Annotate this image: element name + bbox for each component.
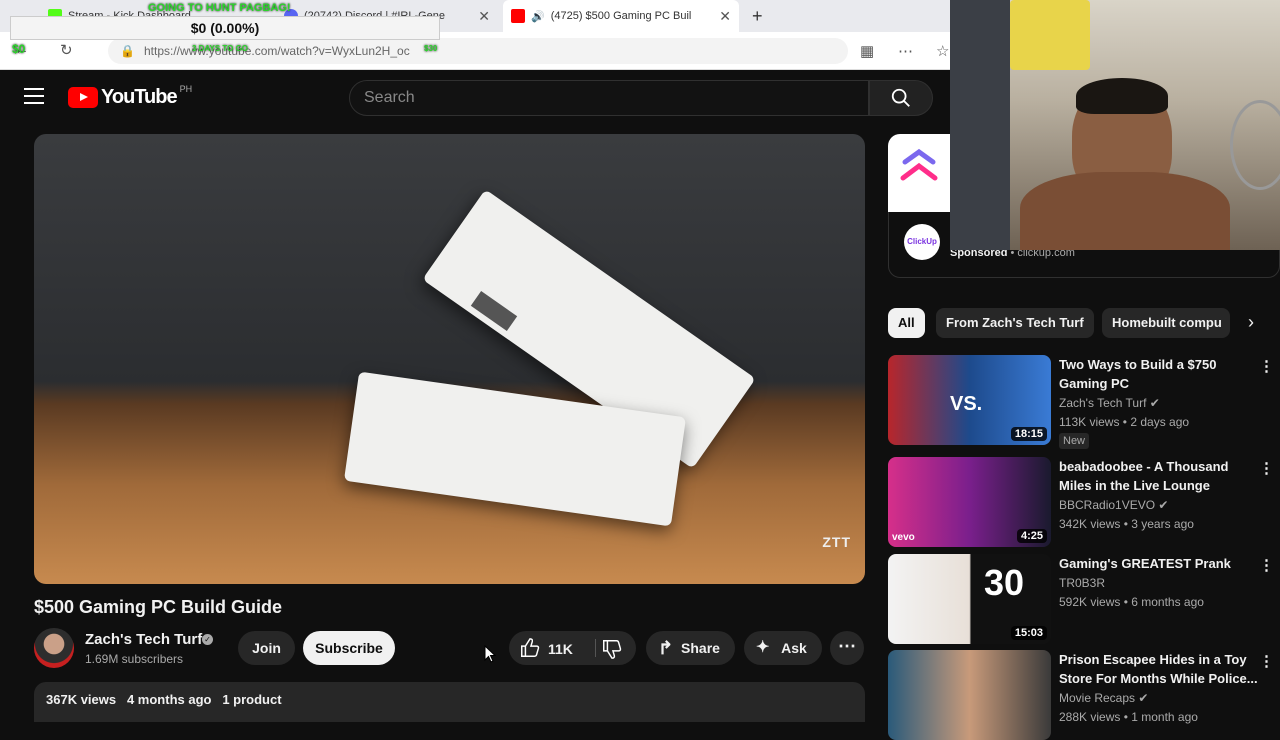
recommendation-stats: 342K views • 3 years ago bbox=[1059, 517, 1194, 531]
video-thumbnail[interactable]: vevo 4:25 bbox=[888, 457, 1051, 547]
like-icon[interactable] bbox=[519, 637, 541, 659]
youtube-play-icon bbox=[68, 87, 98, 108]
favorite-icon[interactable]: ☆ bbox=[936, 42, 949, 60]
share-icon: ↱ bbox=[658, 638, 674, 658]
new-tab-button[interactable]: + bbox=[744, 0, 768, 32]
video-thumbnail[interactable]: VS. 18:15 bbox=[888, 355, 1051, 445]
new-badge: New bbox=[1059, 433, 1090, 449]
share-label: Share bbox=[681, 640, 720, 656]
youtube-header: YouTube PH Search bbox=[0, 70, 950, 126]
recommendation-item[interactable]: Prison Escapee Hides in a Toy Store For … bbox=[888, 650, 1280, 740]
url-text: https://www.youtube.com/watch?v=WyxLun2H… bbox=[144, 44, 410, 58]
overlay-days-text: 3 DAYS TO GO bbox=[192, 44, 249, 53]
channel-avatar[interactable] bbox=[34, 628, 74, 668]
logo-wordmark: YouTube bbox=[101, 86, 178, 108]
sparkle-icon: ✦ bbox=[756, 639, 770, 656]
verified-icon: ✔ bbox=[1138, 691, 1149, 705]
hamburger-menu-icon[interactable] bbox=[24, 88, 44, 104]
recommendation-stats: 288K views • 1 month ago bbox=[1059, 710, 1198, 724]
ad-avatar[interactable]: ClickUp bbox=[904, 224, 940, 260]
close-tab-icon[interactable]: ✕ bbox=[472, 8, 490, 25]
channel-watermark: ZTT bbox=[822, 534, 851, 550]
verified-icon: ✔ bbox=[1158, 498, 1169, 512]
video-duration: 4:25 bbox=[1016, 529, 1047, 543]
overlay-amount: $0 (0.00%) bbox=[190, 20, 260, 36]
recommendation-item[interactable]: vevo 4:25 beabadoobee - A Thousand Miles… bbox=[888, 457, 1280, 547]
tab-youtube-active[interactable]: 🔊 (4725) $500 Gaming PC Buil ✕ bbox=[503, 0, 739, 32]
recommendation-title[interactable]: Two Ways to Build a $750 Gaming PC bbox=[1059, 355, 1259, 393]
video-title: $500 Gaming PC Build Guide bbox=[34, 597, 283, 617]
search-placeholder: Search bbox=[364, 89, 415, 106]
subscriber-count: 1.69M subscribers bbox=[85, 652, 184, 666]
like-count[interactable]: 11K bbox=[548, 641, 573, 657]
recommendation-item[interactable]: VS. 18:15 Two Ways to Build a $750 Gamin… bbox=[888, 355, 1280, 449]
overlay-left-amount: $0 bbox=[12, 42, 26, 56]
search-input[interactable]: Search bbox=[349, 80, 869, 116]
view-count: 367K views bbox=[46, 692, 117, 707]
more-options-icon[interactable]: ⋮ bbox=[1259, 357, 1274, 375]
chip-homebuilt[interactable]: Homebuilt compu bbox=[1102, 308, 1230, 338]
video-player[interactable]: ZTT bbox=[34, 134, 865, 584]
verified-icon: ✔ bbox=[1149, 396, 1160, 410]
product-count: 1 product bbox=[222, 692, 282, 707]
ask-button[interactable]: ✦ Ask bbox=[744, 631, 822, 665]
share-button[interactable]: ↱ Share bbox=[646, 631, 735, 665]
logo-country-code: PH bbox=[179, 83, 193, 94]
more-tools-icon[interactable]: ⋯ bbox=[898, 42, 913, 60]
video-thumbnail[interactable] bbox=[888, 650, 1051, 740]
ask-label: Ask bbox=[781, 640, 807, 656]
webcam-overlay bbox=[950, 0, 1280, 250]
youtube-icon bbox=[511, 9, 525, 23]
clickup-logo-icon bbox=[900, 148, 938, 181]
recommendation-channel: Movie Recaps ✔ bbox=[1059, 691, 1149, 705]
upload-age: 4 months ago bbox=[126, 692, 212, 707]
speaker-icon[interactable]: 🔊 bbox=[531, 10, 545, 23]
more-options-icon[interactable]: ⋮ bbox=[1259, 556, 1274, 574]
channel-name[interactable]: Zach's Tech Turf bbox=[85, 631, 202, 648]
recommendation-stats: 592K views • 6 months ago bbox=[1059, 595, 1204, 609]
more-options-icon[interactable]: ⋮ bbox=[1259, 459, 1274, 477]
verified-icon: ✓ bbox=[202, 634, 213, 645]
description-meta: 367K views 4 months ago 1 product bbox=[46, 692, 282, 707]
overlay-donation-bar: $0 (0.00%) bbox=[10, 16, 440, 40]
chip-from-channel[interactable]: From Zach's Tech Turf bbox=[936, 308, 1094, 338]
refresh-icon[interactable]: ↻ bbox=[60, 41, 73, 59]
video-thumbnail[interactable]: 30 15:03 bbox=[888, 554, 1051, 644]
more-actions-icon[interactable]: ⋯ bbox=[830, 631, 864, 665]
youtube-logo[interactable]: YouTube PH bbox=[68, 83, 193, 109]
recommendation-channel: BBCRadio1VEVO ✔ bbox=[1059, 498, 1169, 512]
video-duration: 18:15 bbox=[1010, 427, 1047, 441]
recommendation-title[interactable]: beabadoobee - A Thousand Miles in the Li… bbox=[1059, 457, 1259, 495]
reader-icon[interactable]: ▦ bbox=[860, 42, 874, 60]
video-duration: 15:03 bbox=[1010, 626, 1047, 640]
search-icon bbox=[891, 88, 910, 107]
more-options-icon[interactable]: ⋮ bbox=[1259, 652, 1274, 670]
recommendation-stats: 113K views • 2 days ago bbox=[1059, 415, 1190, 429]
dislike-icon[interactable] bbox=[601, 638, 623, 660]
recommendation-title[interactable]: Prison Escapee Hides in a Toy Store For … bbox=[1059, 650, 1259, 688]
recommendation-channel: TR0B3R bbox=[1059, 576, 1106, 590]
join-button[interactable]: Join bbox=[238, 631, 295, 665]
recommendation-title[interactable]: Gaming's GREATEST Prank bbox=[1059, 554, 1259, 573]
recommendation-item[interactable]: 30 15:03 Gaming's GREATEST Prank TR0B3R … bbox=[888, 554, 1280, 644]
close-tab-icon[interactable]: ✕ bbox=[713, 8, 731, 25]
chip-all[interactable]: All bbox=[888, 308, 925, 338]
tab-label: (4725) $500 Gaming PC Buil bbox=[550, 10, 692, 22]
recommendation-channel: Zach's Tech Turf ✔ bbox=[1059, 396, 1160, 410]
search-button[interactable] bbox=[869, 80, 933, 116]
overlay-right-amount: $30 bbox=[424, 44, 438, 53]
overlay-goal-text: GOING TO HUNT PAGBAG! bbox=[148, 2, 291, 14]
ad-logo-thumbnail bbox=[888, 134, 950, 212]
lock-icon: 🔒 bbox=[120, 44, 135, 58]
chevron-right-icon[interactable]: › bbox=[1248, 312, 1254, 333]
mouse-cursor-icon bbox=[484, 644, 497, 668]
streamer-shirt bbox=[1020, 172, 1230, 250]
subscribe-button[interactable]: Subscribe bbox=[303, 631, 395, 665]
